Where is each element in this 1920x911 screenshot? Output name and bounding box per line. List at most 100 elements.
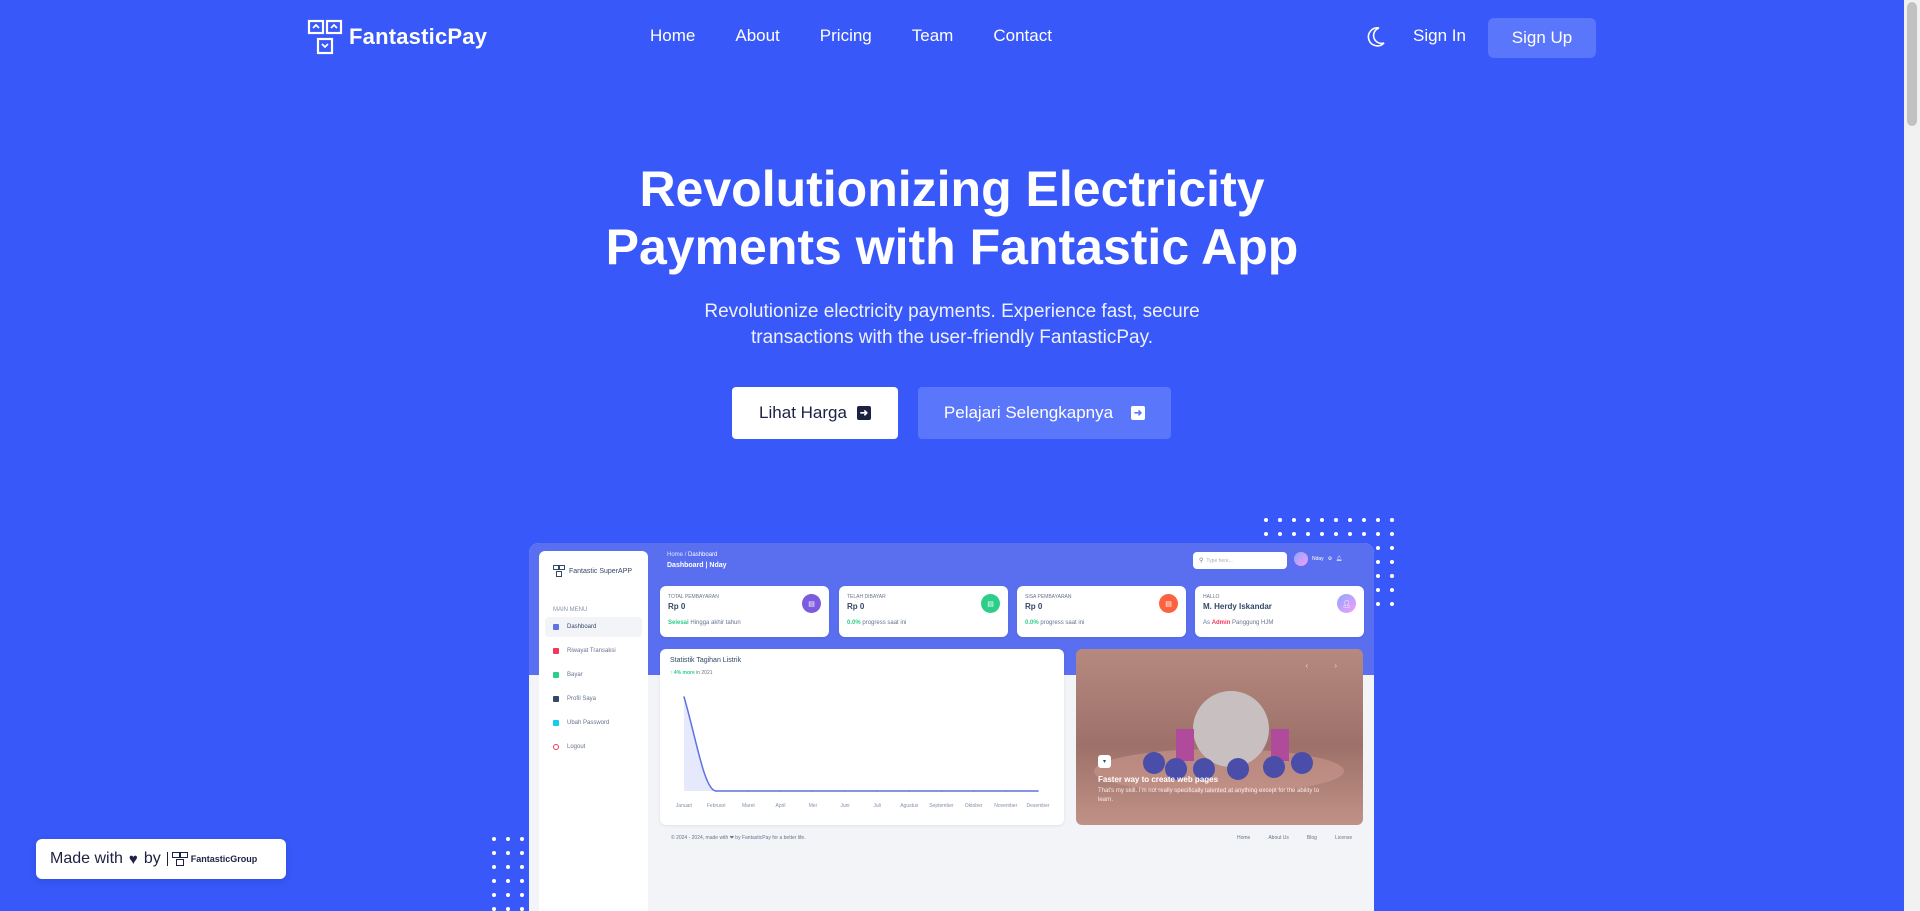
- decorative-dot: [492, 907, 496, 911]
- decorative-dot: [1362, 518, 1366, 522]
- chart-point: [779, 790, 782, 792]
- dashboard-footer-copyright: © 2024 - 2024, made with ❤ by FantasticP…: [671, 835, 806, 841]
- decorative-dot: [1278, 518, 1282, 522]
- scrollbar-thumb[interactable]: [1907, 2, 1917, 126]
- pelajari-selengkapnya-button[interactable]: Pelajari Selengkapnya ➜: [918, 387, 1171, 439]
- decorative-dot: [1390, 560, 1394, 564]
- nav-link-contact[interactable]: Contact: [993, 26, 1052, 46]
- hero-subtitle-line-1: Revolutionize electricity payments. Expe…: [704, 301, 1200, 322]
- main-menu-heading: MAIN MENU: [553, 607, 588, 613]
- user-name: Nday: [1312, 556, 1324, 562]
- promo-image-card: ‹ › ▾ Faster way to create web pages Tha…: [1076, 649, 1363, 825]
- chart-point: [844, 790, 846, 792]
- sidebar-item-profil-saya[interactable]: Profil Saya: [545, 689, 642, 709]
- card-value: Rp 0: [1025, 602, 1043, 611]
- promo-title: Faster way to create web pages: [1098, 775, 1219, 784]
- lock-icon: [553, 720, 559, 726]
- footer-link-home[interactable]: Home: [1237, 835, 1250, 841]
- decorative-dot: [1376, 574, 1380, 578]
- hero-subtitle: Revolutionize electricity payments. Expe…: [0, 299, 1904, 351]
- decorative-dot: [1264, 532, 1268, 536]
- avatar: [1294, 552, 1308, 566]
- decorative-dot: [1390, 588, 1394, 592]
- brand-logo[interactable]: FantasticPay: [307, 19, 487, 55]
- carousel-nav[interactable]: ‹ ›: [1305, 661, 1349, 670]
- sign-in-link[interactable]: Sign In: [1413, 26, 1466, 46]
- moon-icon[interactable]: [1366, 26, 1386, 48]
- nav-link-pricing[interactable]: Pricing: [820, 26, 872, 46]
- dashboard-user-menu[interactable]: Nday ⚙ 🔔︎: [1294, 552, 1343, 566]
- card-status-value: 0.0%: [1025, 620, 1039, 626]
- decorative-dot: [492, 879, 496, 883]
- x-tick-label: Juli: [873, 803, 881, 809]
- chart-point: [972, 790, 975, 792]
- greeting-card: HALLO M. Herdy Iskandar As Admin Panggun…: [1195, 586, 1364, 637]
- breadcrumb-home[interactable]: Home: [667, 552, 683, 558]
- breadcrumb-separator: /: [684, 552, 687, 558]
- top-navbar: FantasticPay Home About Pricing Team Con…: [0, 0, 1904, 76]
- fantasticgroup-name: FantasticGroup: [190, 854, 258, 864]
- x-tick-label: Agustus: [900, 803, 919, 809]
- decorative-dot: [520, 865, 524, 869]
- sign-up-button[interactable]: Sign Up: [1488, 18, 1596, 58]
- carousel-icon: ▾: [1098, 755, 1111, 768]
- document-icon: ▤: [1159, 594, 1178, 613]
- chart-point: [940, 790, 943, 792]
- footer-link-license[interactable]: License: [1335, 835, 1352, 841]
- decorative-dot: [1390, 546, 1394, 550]
- chart-point: [683, 696, 685, 698]
- decorative-dot: [506, 879, 510, 883]
- nav-link-about[interactable]: About: [735, 26, 779, 46]
- decorative-dot: [1334, 518, 1338, 522]
- sidebar-item-bayar[interactable]: Bayar: [545, 665, 642, 685]
- dashboard-brand: Fantastic SuperAPP: [553, 565, 632, 577]
- hero-subtitle-line-2: transactions with the user-friendly Fant…: [751, 327, 1153, 348]
- stat-card-sisa-pembayaran: SISA PEMBAYARAN Rp 0 0.0% progress saat …: [1017, 586, 1186, 637]
- decorative-dot: [506, 893, 510, 897]
- sidebar-item-riwayat-transaksi[interactable]: Riwayat Transaksi: [545, 641, 642, 661]
- sidebar-item-logout[interactable]: Logout: [545, 737, 642, 757]
- decorative-dot: [1390, 518, 1394, 522]
- footer-link-about-us[interactable]: About Us: [1268, 835, 1289, 841]
- decorative-dot: [506, 907, 510, 911]
- x-tick-label: November: [994, 803, 1017, 809]
- search-icon: ⚲: [1199, 558, 1204, 564]
- x-tick-label: Januari: [676, 803, 692, 809]
- sidebar-item-label: Bayar: [567, 672, 583, 678]
- x-tick-label: Juni: [840, 803, 849, 809]
- role-label: Admin: [1211, 620, 1231, 626]
- heart-icon: ♥: [128, 850, 138, 868]
- chart-point: [876, 790, 878, 792]
- nav-link-team[interactable]: Team: [912, 26, 954, 46]
- decorative-dot: [1320, 532, 1324, 536]
- page-scrollbar[interactable]: [1904, 0, 1920, 911]
- dashboard-search-input[interactable]: ⚲ Type here...: [1193, 552, 1287, 569]
- greeting-role: As Admin Panggung HJM: [1203, 620, 1273, 626]
- user-icon: [553, 696, 559, 702]
- card-note: progress saat ini: [1040, 620, 1085, 626]
- card-label: TELAH DIBAYAR: [847, 594, 886, 600]
- bell-icon[interactable]: 🔔︎: [1336, 556, 1342, 562]
- sidebar-item-dashboard[interactable]: Dashboard: [545, 617, 642, 637]
- chart-point: [908, 790, 911, 792]
- made-with-badge[interactable]: Made with ♥ by FantasticGroup: [36, 839, 286, 879]
- x-tick-label: Oktober: [965, 803, 983, 809]
- logout-icon: [553, 744, 559, 750]
- decorative-dot: [1320, 518, 1324, 522]
- wallet-icon: [553, 672, 559, 678]
- dashboard-footer-links: Home About Us Blog License: [1237, 835, 1352, 841]
- decorative-dot: [1278, 532, 1282, 536]
- gear-icon[interactable]: ⚙: [1328, 556, 1332, 562]
- sidebar-item-label: Logout: [567, 744, 586, 750]
- decorative-dot: [520, 851, 524, 855]
- card-status: Selesai Hingga akhir tahun: [668, 620, 741, 626]
- sidebar-item-ubah-password[interactable]: Ubah Password: [545, 713, 642, 733]
- footer-link-blog[interactable]: Blog: [1307, 835, 1317, 841]
- nav-link-home[interactable]: Home: [650, 26, 695, 46]
- lihat-harga-button[interactable]: Lihat Harga ➜: [732, 387, 898, 439]
- promo-description: That's my skill. I'm not really specific…: [1098, 788, 1320, 803]
- stat-card-telah-dibayar: TELAH DIBAYAR Rp 0 0.0% progress saat in…: [839, 586, 1008, 637]
- main-menu: Home About Pricing Team Contact: [650, 26, 1052, 46]
- decorative-dot: [1390, 532, 1394, 536]
- decorative-dot: [1348, 532, 1352, 536]
